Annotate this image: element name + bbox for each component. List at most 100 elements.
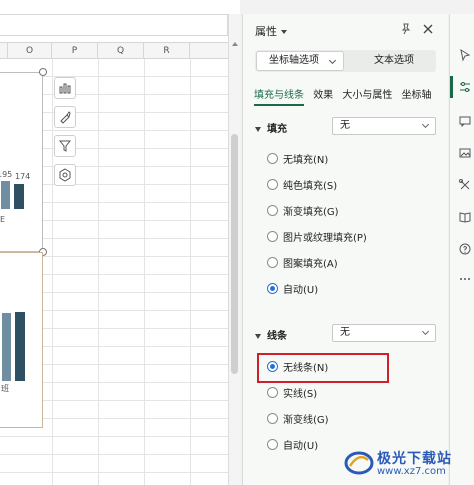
chart-elements-icon [59,83,71,94]
radio-auto-line[interactable]: 自动(U) [267,436,318,452]
watermark-url: www.xz7.com [377,466,446,477]
chevron-down-icon [421,327,430,336]
grid-line [144,59,145,485]
chart-elements-button[interactable] [54,77,76,99]
line-select-value: 无 [340,327,350,338]
fill-select[interactable]: 无 [332,117,436,135]
fill-heading: 填充 [267,124,287,135]
chevron-down-icon [328,56,337,65]
radio-circle[interactable] [267,204,278,216]
radio-no-line[interactable]: 无线条(N) [267,358,328,374]
radio-gradient-fill[interactable]: 渐变填充(G) [267,202,339,218]
line-section-header[interactable]: 线条 [255,327,287,342]
close-icon[interactable] [421,22,435,36]
radio-gradient-line[interactable]: 渐变线(G) [267,410,329,426]
radio-auto-fill[interactable]: 自动(U) [267,280,318,296]
grid-line [0,436,228,437]
scrollbar-thumb[interactable] [231,134,238,374]
radio-circle[interactable] [267,178,278,190]
radio-picture-fill[interactable]: 图片或纹理填充(P) [267,228,367,244]
radio-label: 纯色填充(S) [283,180,338,192]
sheet-vertical-scrollbar[interactable] [228,14,240,485]
help-icon[interactable] [458,242,472,256]
radio-circle[interactable] [267,412,278,424]
property-tabs: 填充与线条 效果 大小与属性 坐标轴 [254,86,449,106]
chart-tool-strip [54,77,78,193]
axis-label: 班 [1,384,9,393]
image-icon[interactable] [458,146,472,160]
properties-panel: 属性 坐标轴选项 文本选项 填充与线条 效果 大小与属性 坐标轴 填充 无 无填… [242,14,448,485]
tab-effects[interactable]: 效果 [313,86,333,104]
tab-axis[interactable]: 坐标轴 [402,86,432,104]
radio-label: 渐变填充(G) [283,206,339,218]
column-header-r[interactable]: R [144,43,190,59]
panel-title[interactable]: 属性 [255,23,287,39]
select-pointer-icon[interactable] [458,48,472,62]
chart-1[interactable]: 195 174 E [0,72,43,252]
grid-line [0,472,228,473]
grid-line [52,59,53,485]
radio-pattern-fill[interactable]: 图案填充(A) [267,254,338,270]
grid-line [190,59,191,485]
chart-bar [2,313,11,381]
line-heading: 线条 [267,331,287,342]
scroll-up-icon[interactable] [232,42,238,46]
fill-section-header[interactable]: 填充 [255,120,287,135]
data-label-195: 195 [0,170,13,179]
spreadsheet-area[interactable]: O P Q R 195 174 E 班 [0,0,240,485]
formula-bar[interactable] [0,14,228,36]
axis-options-dropdown[interactable]: 坐标轴选项 [256,51,344,71]
column-header-o[interactable]: O [8,43,52,59]
column-header-p[interactable]: P [52,43,98,59]
pin-icon[interactable] [399,22,413,36]
grid-line [0,454,228,455]
rail-active-indicator [450,76,453,98]
chart-bar [15,312,25,381]
column-header-q[interactable]: Q [98,43,144,59]
radio-circle[interactable] [267,152,278,164]
tools-icon[interactable] [458,178,472,192]
line-select[interactable]: 无 [332,324,436,342]
radio-label: 图案填充(A) [283,258,338,270]
collapse-triangle-icon [255,126,261,132]
radio-solid-fill[interactable]: 纯色填充(S) [267,176,337,192]
radio-label: 自动(U) [283,440,319,452]
radio-label: 渐变线(G) [283,414,329,426]
radio-label: 图片或纹理填充(P) [283,232,367,244]
aurora-logo-icon [344,451,374,475]
radio-circle[interactable] [267,438,278,450]
watermark-logo: 极光下载站 www.xz7.com [344,446,470,480]
radio-circle-checked[interactable] [267,282,278,294]
radio-label: 无填充(N) [283,154,329,166]
tab-fill-and-line[interactable]: 填充与线条 [254,86,304,106]
panel-title-text: 属性 [255,25,277,38]
radio-no-fill[interactable]: 无填充(N) [267,150,328,166]
axis-options-label: 坐标轴选项 [269,55,319,66]
comment-icon[interactable] [458,114,472,128]
tab-size-and-properties[interactable]: 大小与属性 [342,86,392,104]
chart-style-button[interactable] [54,106,76,128]
chart-settings-button[interactable] [54,164,76,186]
right-icon-rail [449,14,474,485]
option-segment-control: 坐标轴选项 文本选项 [255,50,436,72]
brush-icon [60,111,71,124]
chart-filter-button[interactable] [54,135,76,157]
text-options-tab[interactable]: 文本选项 [355,51,433,71]
radio-circle[interactable] [267,256,278,268]
data-label-174: 174 [15,172,31,181]
more-icon[interactable] [458,272,472,286]
column-header-partial [0,43,8,59]
radio-circle-checked[interactable] [267,360,278,372]
radio-circle[interactable] [267,230,278,242]
fill-select-value: 无 [340,120,350,131]
chart-2[interactable]: 班 [0,252,43,428]
radio-solid-line[interactable]: 实线(S) [267,384,317,400]
chart-bar [14,184,24,209]
filter-icon [58,140,72,152]
radio-circle[interactable] [267,386,278,398]
radio-label: 实线(S) [283,388,318,400]
book-icon[interactable] [458,210,472,224]
properties-icon[interactable] [458,80,472,94]
resize-handle[interactable] [39,68,47,76]
grid-line [98,59,99,485]
